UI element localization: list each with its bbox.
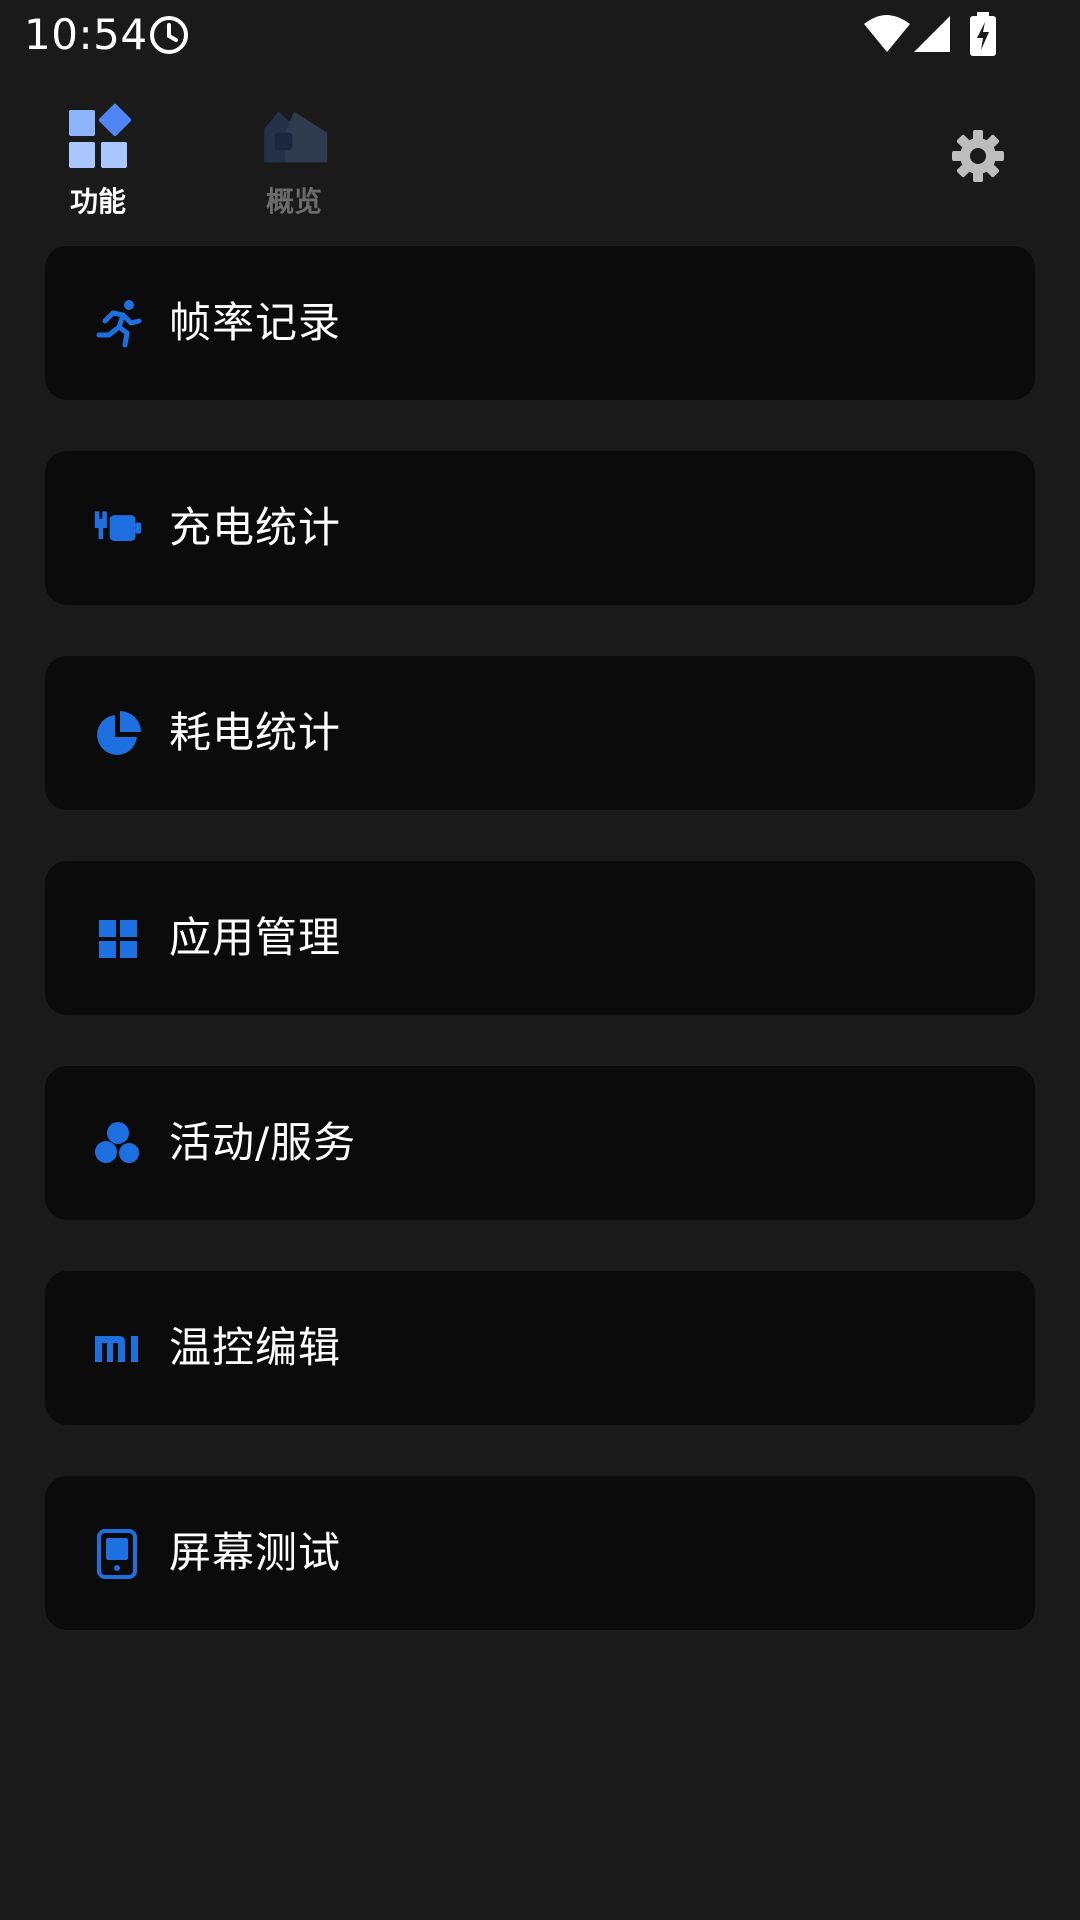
- running-figure-icon: [96, 300, 142, 348]
- phone-screen-icon: [97, 1529, 137, 1579]
- feature-label: 活动/服务: [169, 1118, 357, 1167]
- signal-icon: [914, 16, 950, 52]
- tab-features-label: 功能: [69, 185, 126, 218]
- battery-charging-icon: [970, 12, 996, 56]
- feature-label: 应用管理: [169, 913, 342, 962]
- features-grid-icon: [69, 103, 132, 168]
- bubbles-icon: [95, 1122, 141, 1165]
- feature-card-fps-record[interactable]: 帧率记录: [45, 246, 1035, 400]
- charging-plug-icon: [94, 511, 142, 542]
- feature-label: 充电统计: [169, 503, 342, 552]
- tab-overview-label: 概览: [265, 185, 322, 218]
- feature-label: 屏幕测试: [169, 1528, 342, 1577]
- pie-chart-icon: [97, 711, 141, 755]
- feature-card-thermal-edit[interactable]: 温控编辑: [45, 1271, 1035, 1425]
- status-bar: 10:54: [0, 0, 1080, 72]
- app-grid-icon: [99, 920, 137, 958]
- overview-home-icon: [264, 111, 328, 163]
- feature-card-activity-service[interactable]: 活动/服务: [45, 1066, 1035, 1220]
- top-tab-bar: 功能 概览: [0, 90, 1080, 220]
- feature-label: 温控编辑: [169, 1323, 342, 1372]
- gear-icon[interactable]: [950, 128, 1006, 184]
- feature-card-app-manage[interactable]: 应用管理: [45, 861, 1035, 1015]
- status-time: 10:54: [24, 10, 148, 59]
- feature-card-power-stats[interactable]: 耗电统计: [45, 656, 1035, 810]
- tab-features[interactable]: 功能: [28, 90, 168, 220]
- tab-overview[interactable]: 概览: [224, 90, 364, 220]
- feature-label: 耗电统计: [169, 708, 342, 757]
- feature-label: 帧率记录: [169, 298, 342, 347]
- mi-logo-icon: [95, 1336, 138, 1362]
- alarm-clock-icon: [150, 16, 188, 54]
- feature-card-screen-test[interactable]: 屏幕测试: [45, 1476, 1035, 1630]
- wifi-icon: [864, 15, 910, 52]
- feature-list: 帧率记录 充电统计 耗电统计 应用管理 活动/服务 温控编辑 屏幕测试: [45, 246, 1035, 1681]
- feature-card-charge-stats[interactable]: 充电统计: [45, 451, 1035, 605]
